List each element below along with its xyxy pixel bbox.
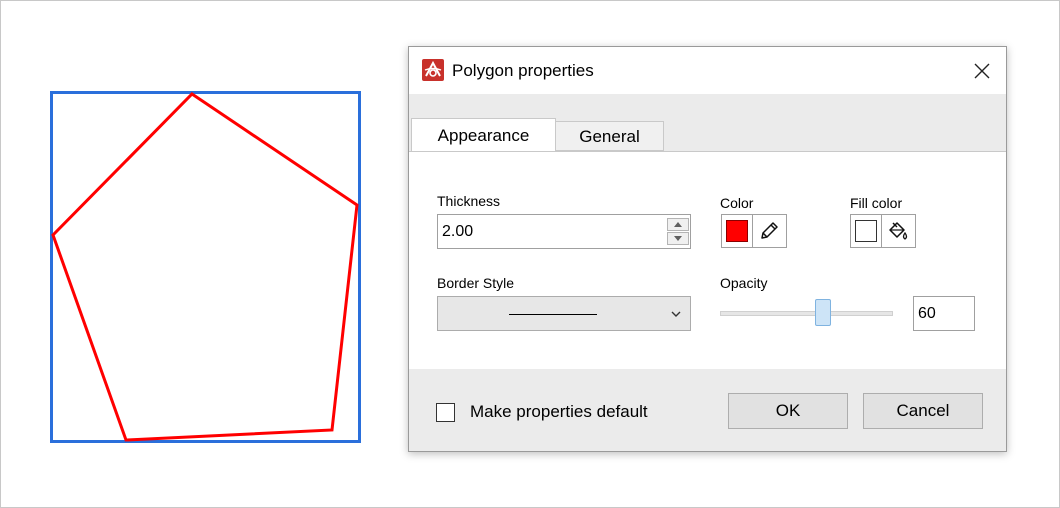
- opacity-slider-thumb[interactable]: [815, 299, 831, 326]
- opacity-slider-track[interactable]: [720, 311, 893, 316]
- border-style-label: Border Style: [437, 275, 515, 291]
- opacity-value: 60: [918, 305, 936, 322]
- fill-color-picker: [850, 214, 916, 248]
- thickness-field[interactable]: 2.00: [437, 214, 691, 249]
- fill-color-swatch[interactable]: [851, 215, 882, 247]
- color-swatch[interactable]: [722, 215, 753, 247]
- tab-general[interactable]: General: [556, 121, 664, 151]
- thickness-value: 2.00: [442, 223, 474, 240]
- opacity-label: Opacity: [720, 275, 768, 291]
- tab-divider: [409, 151, 1006, 152]
- chevron-down-icon: [670, 307, 682, 325]
- tab-strip: Appearance General: [409, 94, 1006, 152]
- polygon-properties-dialog: Polygon properties Appearance General Th…: [408, 46, 1007, 452]
- opacity-field[interactable]: 60: [913, 296, 975, 331]
- thickness-label: Thickness: [437, 193, 501, 209]
- color-label: Color: [720, 195, 754, 211]
- paint-bucket-icon[interactable]: [882, 215, 913, 247]
- pdf-app-icon: [422, 59, 444, 81]
- dialog-title: Polygon properties: [452, 61, 594, 80]
- dialog-footer: Make properties default OK Cancel: [409, 369, 1006, 451]
- cancel-button[interactable]: Cancel: [863, 393, 983, 429]
- fill-color-label: Fill color: [850, 195, 903, 211]
- selection-box[interactable]: [50, 91, 361, 443]
- dialog-titlebar: Polygon properties: [409, 47, 1006, 94]
- spin-down-button[interactable]: [667, 232, 689, 245]
- make-default-checkbox[interactable]: [436, 403, 455, 422]
- color-picker: [721, 214, 787, 248]
- border-style-dropdown[interactable]: [437, 296, 691, 331]
- tab-appearance[interactable]: Appearance: [411, 118, 556, 152]
- solid-line-preview: [509, 314, 597, 315]
- pencil-icon[interactable]: [753, 215, 784, 247]
- ok-button[interactable]: OK: [728, 393, 848, 429]
- polygon-annotation[interactable]: [51, 92, 359, 442]
- spin-up-button[interactable]: [667, 218, 689, 231]
- make-default-label[interactable]: Make properties default: [470, 402, 648, 422]
- close-icon[interactable]: [967, 57, 997, 85]
